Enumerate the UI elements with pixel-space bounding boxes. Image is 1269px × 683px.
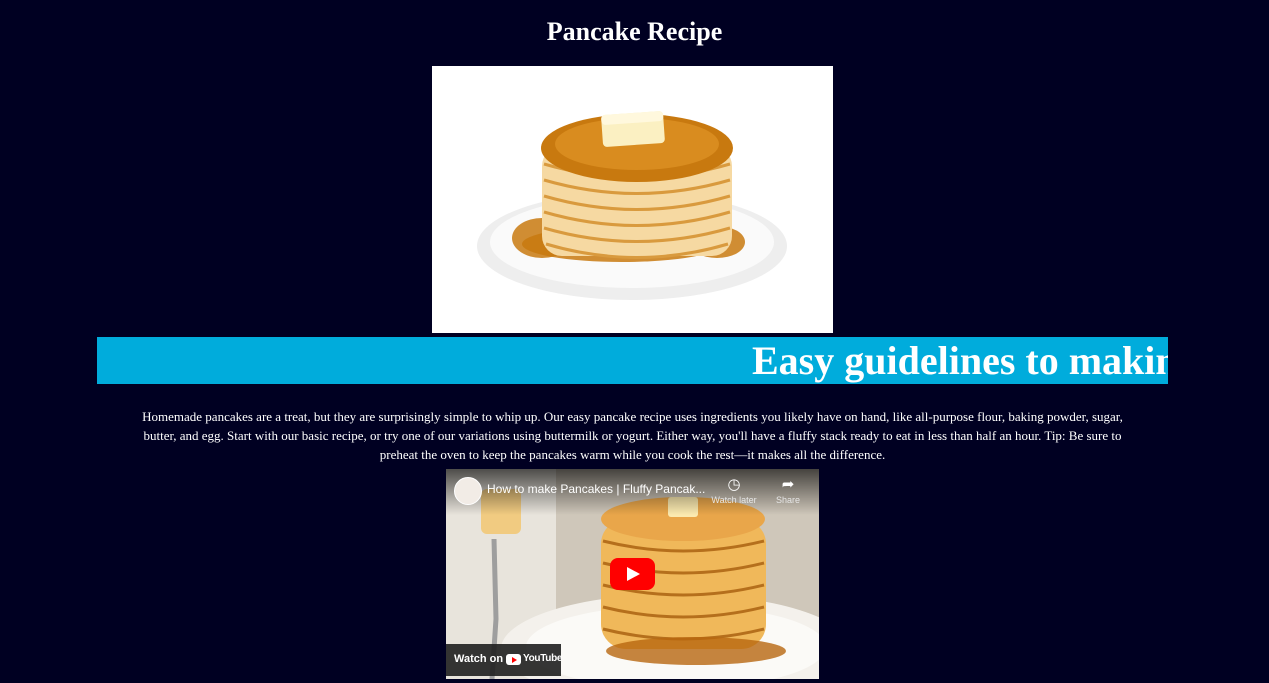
watch-later-label: Watch later bbox=[711, 495, 757, 505]
pancake-hero-image bbox=[432, 66, 833, 333]
watch-on-youtube-button[interactable]: Watch on YouTube bbox=[446, 644, 563, 676]
recipe-description: Homemade pancakes are a treat, but they … bbox=[142, 409, 1123, 462]
banner-text: Easy guidelines to making pancakes bbox=[752, 338, 1168, 383]
video-title[interactable]: How to make Pancakes | Fluffy Pancak... bbox=[487, 482, 707, 496]
share-arrow-icon: ➦ bbox=[781, 476, 795, 493]
marquee-banner: Easy guidelines to making pancakes bbox=[97, 337, 1168, 384]
share-button[interactable]: ➦ Share bbox=[762, 475, 814, 505]
youtube-logo-icon bbox=[506, 654, 521, 665]
watch-later-button[interactable]: ◷ Watch later bbox=[708, 475, 760, 505]
watch-on-label: Watch on bbox=[454, 653, 504, 665]
play-button[interactable] bbox=[610, 558, 655, 590]
video-top-bar: How to make Pancakes | Fluffy Pancak... … bbox=[446, 469, 819, 515]
share-label: Share bbox=[775, 495, 801, 505]
clock-icon: ◷ bbox=[727, 476, 741, 493]
pancake-illustration bbox=[477, 111, 787, 300]
youtube-wordmark: YouTube bbox=[523, 653, 563, 664]
channel-avatar[interactable] bbox=[454, 477, 482, 505]
youtube-video-embed[interactable]: How to make Pancakes | Fluffy Pancak... … bbox=[446, 469, 819, 679]
page-title: Pancake Recipe bbox=[546, 17, 723, 46]
